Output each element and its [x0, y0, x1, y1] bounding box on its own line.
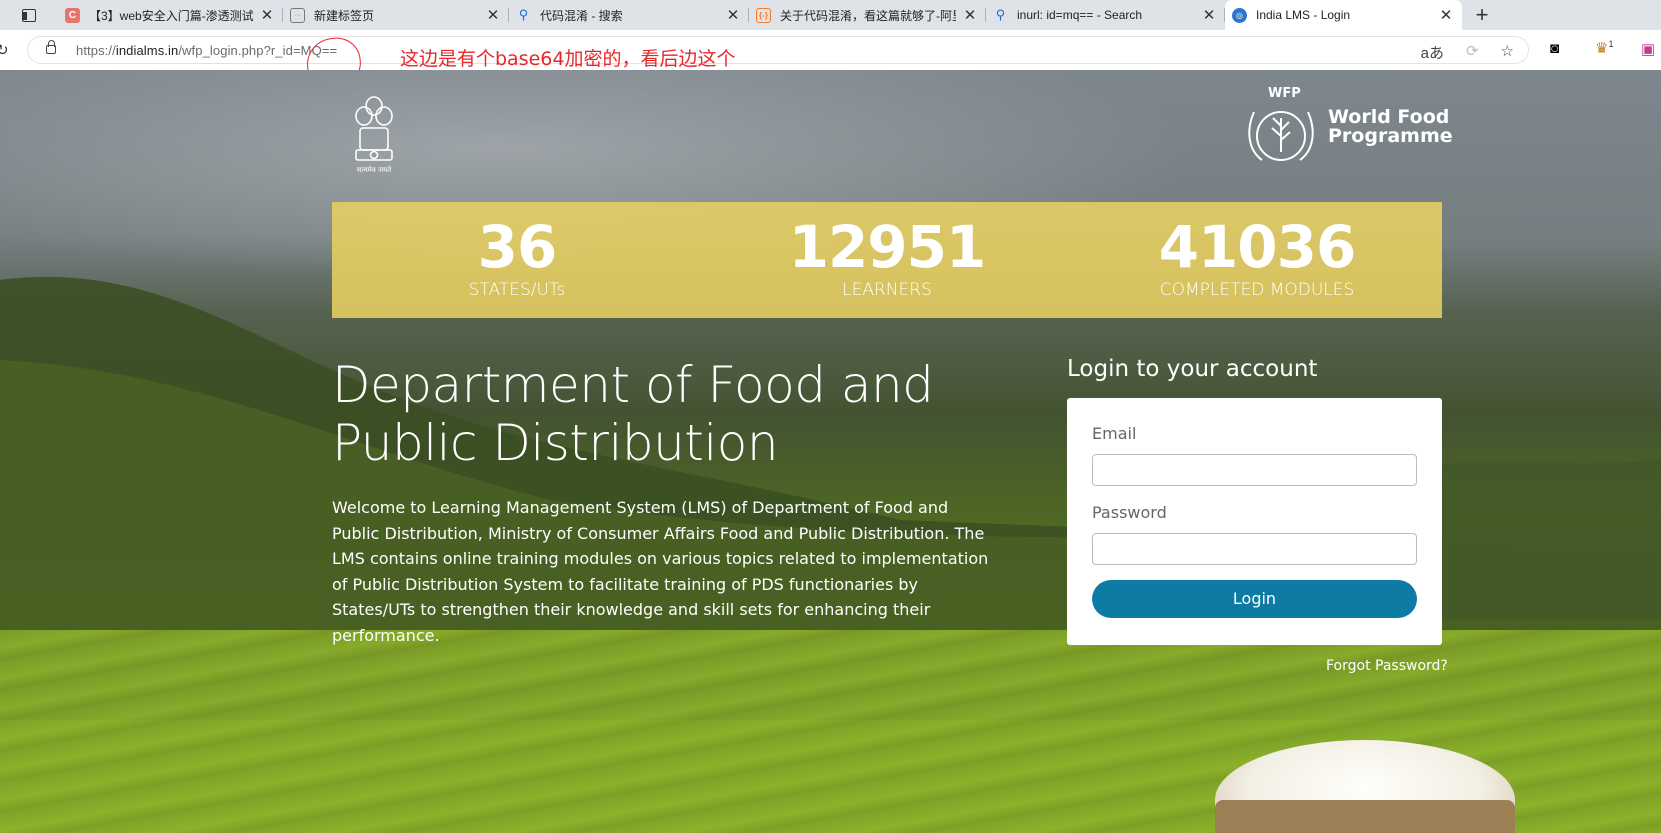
wfp-acronym: WFP — [1268, 86, 1301, 101]
tab-actions-button[interactable] — [0, 0, 58, 30]
profile-icon[interactable]: ▣ — [1641, 40, 1655, 58]
search-icon: ⚲ — [995, 7, 1006, 22]
close-icon[interactable]: ✕ — [485, 6, 501, 24]
extension-badge-count: 1 — [1608, 39, 1614, 49]
tab-title: 【3】web安全入门篇-渗透测试中 — [89, 8, 253, 23]
browser-toolbar: ↻ https://indialms.in/wfp_login.php?r_id… — [0, 30, 1661, 70]
wfp-logo: WFP World Food Programme — [1240, 86, 1453, 166]
stat-number: 41036 — [1158, 213, 1357, 281]
stat-completed-modules: 41036 COMPLETED MODULES — [1072, 202, 1442, 318]
new-tab-icon: ··· — [290, 7, 305, 23]
url-domain: indialms.in — [115, 43, 179, 58]
tab-title: 关于代码混淆，看这篇就够了-阿里 — [780, 8, 956, 23]
read-aloud-icon[interactable]: aあ — [1421, 42, 1444, 63]
new-tab-button[interactable]: + — [1462, 0, 1502, 30]
tab-title: inurl: id=mq== - Search — [1017, 8, 1143, 22]
india-emblem-logo: सत्यमेव जयते — [355, 96, 393, 174]
stat-label: LEARNERS — [842, 280, 932, 300]
wfp-name-line2: Programme — [1328, 125, 1453, 147]
tab-new-tab[interactable]: ··· 新建标签页 ✕ — [283, 0, 509, 30]
stat-number: 12951 — [788, 213, 987, 281]
login-button[interactable]: Login — [1092, 580, 1417, 618]
page-title: Department of Food and Public Distributi… — [332, 356, 952, 472]
c-logo-icon: C — [65, 7, 80, 23]
extension-badge-icon[interactable]: ♛1 — [1595, 39, 1613, 57]
annotation-text: 这边是有个base64加密的，看后边这个 — [400, 48, 736, 70]
wfp-name: World Food Programme — [1328, 108, 1453, 146]
close-icon[interactable]: ✕ — [1438, 6, 1454, 24]
tab-code-obfuscation-article[interactable]: {-} 关于代码混淆，看这篇就够了-阿里 ✕ — [749, 0, 986, 30]
forgot-password-link[interactable]: Forgot Password? — [1326, 658, 1448, 674]
reload-icon[interactable]: ↻ — [0, 41, 9, 59]
sidebar-toggle-icon — [22, 8, 36, 22]
page-title-line2: Public Distribution — [332, 414, 779, 472]
stat-label: COMPLETED MODULES — [1159, 280, 1355, 300]
login-card: Email Password Login — [1067, 398, 1442, 645]
emblem-caption: सत्यमेव जयते — [357, 165, 392, 174]
search-icon: ⚲ — [518, 7, 529, 22]
un-logo-icon: ◎ — [1232, 7, 1247, 23]
login-heading: Login to your account — [1067, 356, 1318, 382]
rice-sack-image — [1215, 800, 1515, 833]
email-label: Email — [1092, 424, 1137, 443]
tab-code-obfuscation-search[interactable]: ⚲ 代码混淆 - 搜索 ✕ — [509, 0, 749, 30]
wfp-wreath-icon — [1248, 111, 1314, 161]
tab-title: 新建标签页 — [314, 8, 375, 23]
address-bar-actions: aあ ⟳ ☆ — [1421, 42, 1514, 63]
refresh-circle-icon[interactable]: ⟳ — [1466, 42, 1479, 63]
tab-title: India LMS - Login — [1256, 8, 1351, 22]
stat-states: 36 STATES/UTs — [332, 202, 702, 318]
close-icon[interactable]: ✕ — [1201, 6, 1217, 24]
page-description: Welcome to Learning Management System (L… — [332, 498, 989, 645]
email-field[interactable] — [1092, 454, 1417, 486]
address-bar[interactable]: https://indialms.in/wfp_login.php?r_id=M… — [27, 36, 1529, 64]
tab-title: 代码混淆 - 搜索 — [540, 8, 623, 23]
stat-learners: 12951 LEARNERS — [702, 202, 1072, 318]
login-page: सत्यमेव जयते WFP World Food Programme 36… — [0, 70, 1661, 833]
close-icon[interactable]: ✕ — [962, 6, 978, 24]
favorite-star-icon[interactable]: ☆ — [1501, 42, 1514, 63]
stat-number: 36 — [477, 213, 558, 281]
url-scheme: https:// — [76, 43, 116, 58]
extension-icon[interactable]: ◙ — [1550, 40, 1559, 57]
password-label: Password — [1092, 503, 1167, 522]
lock-icon[interactable] — [46, 40, 56, 54]
page-title-line1: Department of Food and — [332, 356, 934, 414]
code-icon: {-} — [756, 7, 771, 23]
url-text[interactable]: https://indialms.in/wfp_login.php?r_id=M… — [76, 43, 337, 58]
stat-label: STATES/UTs — [468, 280, 566, 300]
stats-band: 36 STATES/UTs 12951 LEARNERS 41036 COMPL… — [332, 202, 1442, 318]
tab-web-security[interactable]: C 【3】web安全入门篇-渗透测试中 ✕ — [58, 0, 283, 30]
tab-inurl-search[interactable]: ⚲ inurl: id=mq== - Search ✕ — [986, 0, 1225, 30]
tab-india-lms[interactable]: ◎ India LMS - Login ✕ — [1225, 0, 1462, 30]
password-field[interactable] — [1092, 533, 1417, 565]
close-icon[interactable]: ✕ — [725, 6, 741, 24]
tab-strip: C 【3】web安全入门篇-渗透测试中 ✕ ··· 新建标签页 ✕ ⚲ 代码混淆… — [0, 0, 1661, 30]
close-icon[interactable]: ✕ — [259, 6, 275, 24]
